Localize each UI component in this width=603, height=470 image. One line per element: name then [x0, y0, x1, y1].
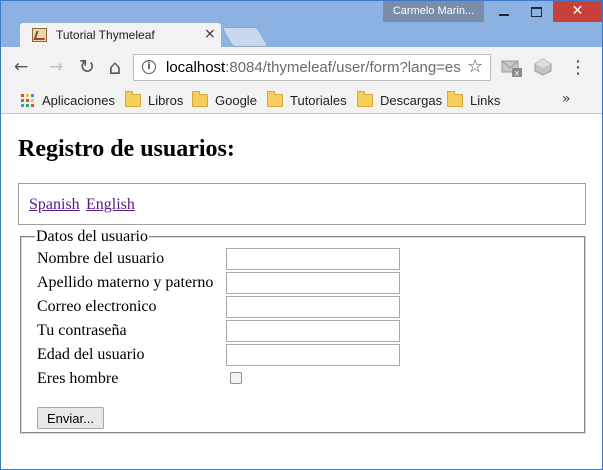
- bookmark-label: Google: [215, 92, 257, 108]
- browser-window: Carmelo Marin... ✕ Tutorial Thymeleaf × …: [0, 0, 603, 470]
- field-label: Nombre del usuario: [37, 250, 165, 267]
- field-label: Edad del usuario: [37, 346, 145, 363]
- minimize-icon: [498, 13, 509, 16]
- bookmark-label: Libros: [148, 92, 184, 108]
- address-bar[interactable]: i localhost:8084/thymeleaf/user/form?lan…: [133, 54, 491, 81]
- profile-button[interactable]: Carmelo Marin...: [383, 1, 484, 22]
- reload-icon[interactable]: ↻: [77, 56, 97, 78]
- svg-text:x: x: [515, 69, 520, 78]
- tab-close-icon[interactable]: ×: [204, 26, 216, 42]
- bookmark-label: Links: [470, 92, 501, 108]
- tab-active[interactable]: Tutorial Thymeleaf ×: [19, 22, 222, 47]
- info-icon[interactable]: i: [142, 60, 156, 74]
- back-icon[interactable]: ←: [11, 57, 31, 77]
- maximize-icon: [531, 6, 542, 17]
- favicon-icon: [32, 28, 47, 42]
- forward-icon[interactable]: →: [46, 57, 66, 77]
- page-content: Registro de usuarios: Spanish English Da…: [1, 114, 602, 469]
- field-label: Apellido materno y paterno: [37, 274, 214, 291]
- folder-icon: [125, 90, 141, 107]
- folder-icon: [447, 90, 463, 107]
- page-title: Registro de usuarios:: [18, 136, 235, 162]
- folder-icon: [192, 90, 208, 107]
- mail-extension-icon[interactable]: x: [501, 59, 523, 77]
- bookmarks-overflow-icon[interactable]: »: [562, 91, 571, 107]
- submit-button[interactable]: Enviar...: [37, 407, 104, 429]
- link-spanish[interactable]: Spanish: [29, 196, 80, 214]
- url-host: localhost: [166, 59, 226, 76]
- tab-title: Tutorial Thymeleaf: [56, 28, 155, 42]
- folder-icon: [267, 90, 283, 107]
- bookmark-star-icon[interactable]: ☆: [467, 56, 483, 77]
- url-path: :8084/thymeleaf/user/form?lang=es: [225, 59, 461, 76]
- correo-input[interactable]: [226, 296, 400, 318]
- bookmark-folder-links[interactable]: Links: [447, 90, 501, 109]
- minimize-button[interactable]: [487, 1, 520, 22]
- maximize-button[interactable]: [520, 1, 553, 22]
- close-window-button[interactable]: ✕: [553, 1, 602, 22]
- bookmark-label: Descargas: [380, 92, 443, 108]
- bookmark-label: Aplicaciones: [42, 92, 115, 108]
- field-label: Eres hombre: [37, 370, 119, 387]
- url-text[interactable]: localhost:8084/thymeleaf/user/form?lang=…: [166, 59, 461, 76]
- bookmarks-bar: Aplicaciones Libros Google Tutoriales De…: [1, 87, 602, 114]
- bookmark-folder-libros[interactable]: Libros: [125, 90, 184, 109]
- menu-icon[interactable]: ⋮: [568, 57, 588, 78]
- new-tab-button[interactable]: [221, 27, 269, 47]
- bookmark-apps[interactable]: Aplicaciones: [21, 91, 115, 109]
- fieldset-legend: Datos del usuario: [36, 228, 148, 245]
- home-icon[interactable]: ⌂: [105, 55, 125, 79]
- bookmark-folder-tutoriales[interactable]: Tutoriales: [267, 90, 347, 109]
- language-selector: Spanish English: [18, 183, 586, 225]
- hombre-checkbox[interactable]: [230, 372, 242, 384]
- extension-icon[interactable]: [533, 57, 553, 77]
- nombre-input[interactable]: [226, 248, 400, 270]
- edad-input[interactable]: [226, 344, 400, 366]
- user-data-fieldset: Datos del usuario Nombre del usuario Ape…: [20, 228, 586, 434]
- field-label: Tu contraseña: [37, 322, 127, 339]
- folder-icon: [357, 90, 373, 107]
- browser-toolbar: ← → ↻ ⌂ i localhost:8084/thymeleaf/user/…: [1, 47, 602, 87]
- bookmark-folder-google[interactable]: Google: [192, 90, 257, 109]
- close-icon: ✕: [571, 3, 584, 19]
- apps-icon: [21, 93, 34, 107]
- apellido-input[interactable]: [226, 272, 400, 294]
- title-bar: Carmelo Marin... ✕ Tutorial Thymeleaf ×: [1, 1, 602, 47]
- link-english[interactable]: English: [86, 196, 135, 214]
- password-input[interactable]: [226, 320, 400, 342]
- bookmark-folder-descargas[interactable]: Descargas: [357, 90, 443, 109]
- bookmark-label: Tutoriales: [290, 92, 347, 108]
- field-label: Correo electronico: [37, 298, 157, 315]
